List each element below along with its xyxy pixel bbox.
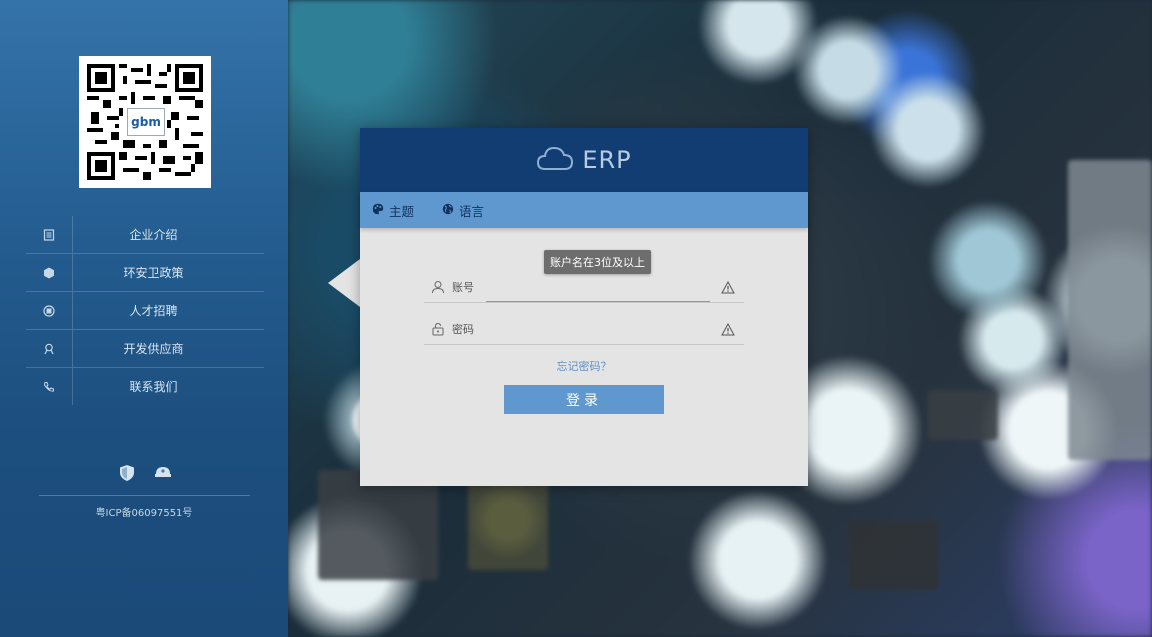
- username-input[interactable]: [486, 273, 712, 301]
- supplier-icon: [26, 330, 73, 367]
- card-toolbar: 主题 语言: [360, 192, 808, 228]
- card-pointer: [328, 259, 360, 307]
- login-button[interactable]: 登录: [504, 385, 664, 414]
- qr-code: gbm: [79, 56, 211, 188]
- sidebar-item-label: 联系我们: [129, 380, 178, 394]
- hexagon-icon: [26, 254, 73, 291]
- sidebar-item-label: 开发供应商: [123, 342, 184, 356]
- sidebar-item-label: 企业介绍: [129, 228, 178, 242]
- card-header: ERP: [360, 128, 808, 192]
- sidebar-item-recruitment[interactable]: 人才招聘: [26, 292, 264, 330]
- password-input[interactable]: [486, 315, 712, 343]
- warning-icon: [712, 280, 744, 294]
- social-links: [118, 464, 172, 482]
- password-label: 密码: [452, 323, 474, 336]
- username-focus-line: [486, 301, 710, 302]
- sidebar-item-suppliers[interactable]: 开发供应商: [26, 330, 264, 368]
- globe-icon: [442, 203, 454, 218]
- theme-label: 主题: [389, 203, 415, 219]
- qr-logo: gbm: [127, 108, 165, 136]
- user-icon: [424, 280, 452, 294]
- app-title: ERP: [582, 146, 632, 174]
- badge-icon: [26, 292, 73, 329]
- document-icon: [26, 216, 73, 253]
- police-cap-icon[interactable]: [154, 464, 172, 482]
- sidebar-item-label: 人才招聘: [129, 304, 178, 318]
- validation-tooltip: 账户名在3位及以上: [544, 250, 651, 274]
- sidebar-menu: 企业介绍 环安卫政策 人才招聘 开发供应商 联系我们: [26, 216, 264, 405]
- lock-icon: [424, 322, 452, 336]
- sidebar-item-label: 环安卫政策: [123, 266, 184, 280]
- sidebar: gbm 企业介绍 环安卫政策 人才招聘 开发供应商 联系我们 粤ICP备0609…: [0, 0, 288, 637]
- theme-button[interactable]: 主题: [372, 201, 414, 220]
- password-field: 密码: [424, 314, 744, 345]
- language-label: 语言: [459, 203, 485, 219]
- sidebar-item-company-intro[interactable]: 企业介绍: [26, 216, 264, 254]
- forgot-password-link[interactable]: 忘记密码？: [360, 358, 808, 374]
- username-field: 账号: [424, 272, 744, 303]
- phone-icon: [26, 368, 73, 405]
- sidebar-item-ehs-policy[interactable]: 环安卫政策: [26, 254, 264, 292]
- warning-icon: [712, 322, 744, 336]
- username-label: 账号: [452, 281, 474, 294]
- cloud-icon: [536, 145, 574, 175]
- language-button[interactable]: 语言: [442, 201, 484, 220]
- icp-record[interactable]: 粤ICP备06097551号: [0, 504, 288, 519]
- divider: [39, 495, 250, 496]
- sidebar-item-contact[interactable]: 联系我们: [26, 368, 264, 405]
- palette-icon: [372, 203, 384, 218]
- shield-icon[interactable]: [118, 464, 136, 482]
- login-card: ERP 主题 语言 账户名在3位及以上 账号 密码 忘记密码？ 登录: [360, 128, 808, 486]
